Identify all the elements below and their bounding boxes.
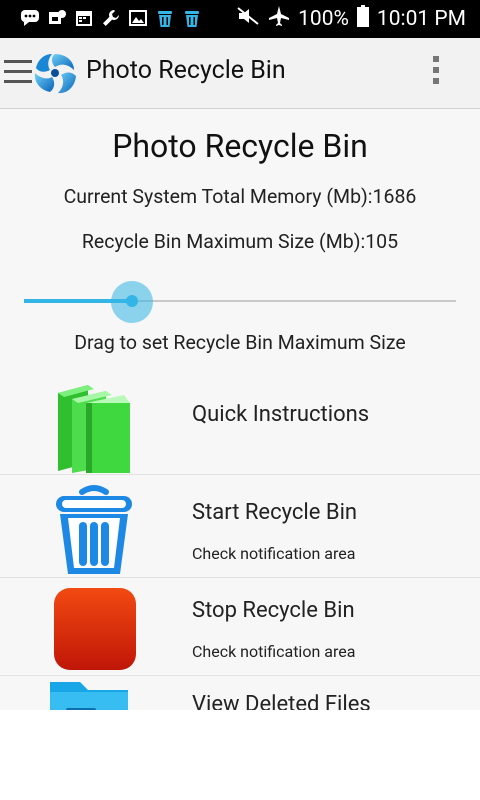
wrench-icon — [101, 8, 121, 28]
menu-item-start-recycle-bin[interactable]: Start Recycle Bin Check notification are… — [0, 480, 480, 578]
battery-icon — [356, 5, 369, 33]
stop-icon — [48, 582, 140, 674]
system-status: 100% 10:01 PM — [236, 5, 466, 33]
app-title: Photo Recycle Bin — [86, 56, 286, 85]
menu-item-quick-instructions[interactable]: Quick Instructions — [0, 377, 480, 475]
overflow-menu-icon[interactable] — [430, 56, 442, 90]
status-bar: 100% 10:01 PM — [0, 0, 480, 38]
menu-item-title: View Deleted Files — [192, 692, 371, 710]
menu-item-title: Start Recycle Bin — [192, 500, 358, 525]
app-logo-icon[interactable] — [30, 50, 80, 96]
books-icon — [48, 381, 140, 473]
mute-icon — [236, 6, 260, 32]
recycle-bin-notification-icon — [155, 8, 175, 28]
chat-icon — [20, 8, 40, 28]
notification-icons — [20, 8, 202, 28]
menu-item-subtitle: Check notification area — [192, 544, 356, 563]
menu-item-stop-recycle-bin[interactable]: Stop Recycle Bin Check notification area — [0, 578, 480, 676]
image-icon — [128, 8, 148, 28]
main-content: Photo Recycle Bin Current System Total M… — [0, 109, 480, 710]
max-size-label: Recycle Bin Maximum Size (Mb):105 — [81, 230, 399, 253]
menu-item-title: Stop Recycle Bin — [192, 598, 355, 623]
menu-item-title: Quick Instructions — [192, 402, 370, 427]
airplane-mode-icon — [268, 5, 290, 33]
slider-thumb[interactable] — [126, 295, 138, 307]
menu-item-subtitle: Check notification area — [192, 642, 356, 661]
battery-percentage: 100% — [298, 7, 349, 31]
trash-can-icon — [48, 484, 140, 576]
slider-hint: Drag to set Recycle Bin Maximum Size — [74, 331, 406, 354]
recycle-bin-notification-icon-2 — [182, 8, 202, 28]
menu-item-view-deleted-files[interactable]: View Deleted Files — [0, 676, 480, 710]
page-title: Photo Recycle Bin — [112, 127, 368, 165]
clock: 10:01 PM — [376, 7, 466, 31]
app-bar: Photo Recycle Bin — [0, 38, 480, 109]
settings-notification-icon — [47, 8, 67, 28]
total-memory-label: Current System Total Memory (Mb):1686 — [63, 185, 417, 208]
max-size-slider[interactable] — [24, 281, 456, 323]
folder-icon — [48, 680, 140, 710]
menu-icon[interactable] — [4, 60, 32, 86]
calendar-icon — [74, 8, 94, 28]
bottom-blank-area — [0, 710, 480, 800]
